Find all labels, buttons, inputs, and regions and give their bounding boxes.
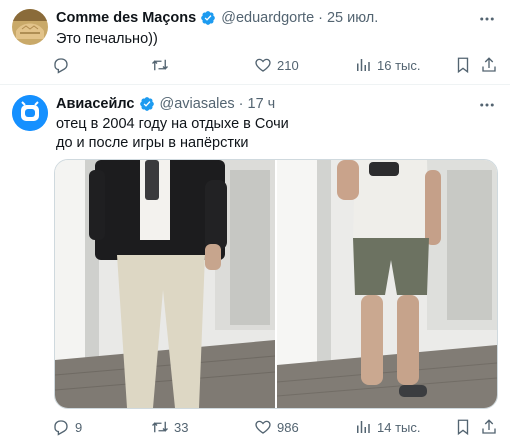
like-count: 210 [277,57,299,73]
avatar-comme-des-macons[interactable] [12,9,48,45]
author-handle[interactable]: @aviasales [160,96,235,112]
reply-icon [54,58,68,74]
tweet-actions: 210 16 тыс. [0,56,510,76]
like-button[interactable]: 986 [254,418,299,436]
reply-icon [54,420,68,436]
more-icon[interactable] [478,96,496,114]
reply-button[interactable]: 9 [52,418,82,436]
views-count: 14 тыс. [377,419,421,435]
verified-badge-icon [201,11,216,25]
share-button[interactable] [480,56,498,74]
bookmark-icon [457,419,469,436]
like-icon [255,420,271,434]
verified-badge-icon [139,97,154,111]
bookmark-icon [457,57,469,74]
retweet-button[interactable]: 33 [151,418,188,436]
retweet-icon [152,421,168,433]
tweet-text-line-1: отец в 2004 году на отдыхе в Сочи [56,116,289,132]
tweet-media[interactable] [54,159,498,409]
bookmark-button[interactable] [454,56,472,74]
author-name[interactable]: Авиасейлс [56,96,135,112]
author-name[interactable]: Comme des Maçons [56,10,196,26]
author-handle[interactable]: @eduardgorte [221,10,314,26]
views-icon [357,59,370,71]
bookmark-button[interactable] [454,418,472,436]
retweet-count: 33 [174,419,189,435]
separator-dot: · [238,96,244,112]
tweet-actions: 9 33 986 14 тыс. [0,418,510,438]
separator-dot: · [318,10,323,26]
share-icon [482,419,496,434]
like-icon [255,58,271,72]
share-button[interactable] [480,418,498,436]
avatar-aviasales[interactable] [12,95,48,131]
reply-button[interactable] [52,56,75,74]
like-count: 986 [277,419,299,435]
tweet-text-line-2: до и после игры в напёрстки [56,135,249,151]
views-button[interactable]: 14 тыс. [354,418,420,436]
tweet-1[interactable]: Comme des Maçons @eduardgorte · 25 июл. … [0,0,510,84]
views-icon [357,421,370,433]
retweet-button[interactable] [151,56,174,74]
like-button[interactable]: 210 [254,56,299,74]
reply-count: 9 [75,419,83,435]
more-icon[interactable] [478,10,496,28]
share-icon [482,57,496,72]
retweet-icon [152,59,168,71]
tweet-time[interactable]: 25 июл. [327,10,378,26]
photo-before[interactable] [55,160,275,408]
photo-after[interactable] [277,160,497,408]
views-button[interactable]: 16 тыс. [354,56,420,74]
tweet-text: Это печально)) [56,31,158,47]
tweet-time[interactable]: 17 ч [248,96,276,112]
views-count: 16 тыс. [377,57,421,73]
